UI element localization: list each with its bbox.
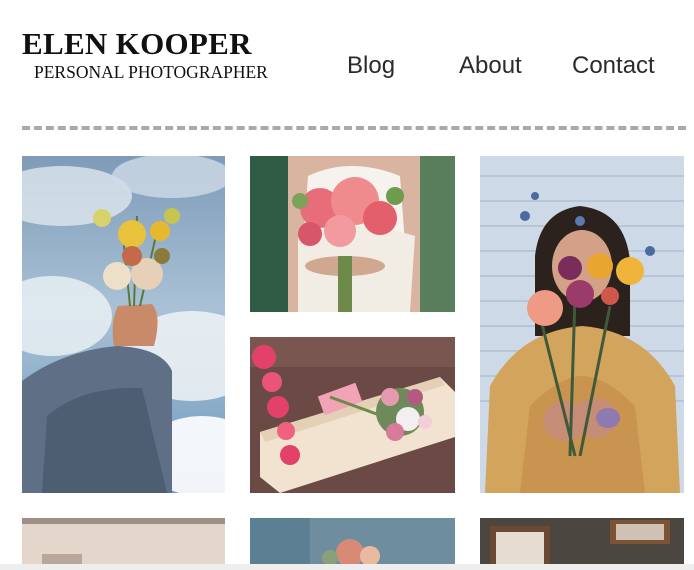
bride-bouquet-image (250, 156, 455, 312)
main-nav: Blog About Contact (0, 50, 694, 82)
gallery-photo-bride-bouquet[interactable] (250, 156, 455, 312)
woman-flowers-image (480, 156, 684, 493)
gallery-photo-woman-flowers[interactable] (480, 156, 684, 493)
gallery-photo-bouquet-board[interactable] (250, 337, 455, 493)
header-divider (22, 126, 686, 130)
nav-link-about[interactable]: About (459, 50, 522, 82)
frames-image (480, 518, 684, 564)
nav-link-contact[interactable]: Contact (572, 50, 655, 82)
page-bottom-strip (0, 564, 694, 570)
gallery-photo-frames[interactable] (480, 518, 684, 564)
gallery-photo-interior[interactable] (22, 518, 225, 564)
flowers-partial-image (250, 518, 455, 564)
gallery-photo-flowers-partial[interactable] (250, 518, 455, 564)
gallery-photo-hand-flowers[interactable] (22, 156, 225, 493)
bouquet-board-image (250, 337, 455, 493)
hand-flowers-image (22, 156, 225, 493)
interior-image (22, 518, 225, 564)
nav-link-blog[interactable]: Blog (347, 50, 395, 82)
